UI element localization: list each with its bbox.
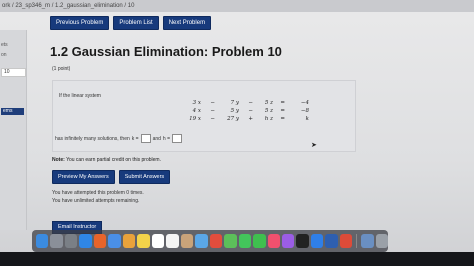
system-settings-icon[interactable] xyxy=(64,234,78,248)
eq-rhs: k xyxy=(305,116,309,122)
messages-icon[interactable] xyxy=(238,234,252,248)
k-label: k = xyxy=(131,135,139,142)
problem-intro: If the linear system xyxy=(59,93,101,99)
sidebar-item[interactable]: on xyxy=(1,52,7,58)
eq-term: 27 y xyxy=(227,116,239,122)
partial-credit-note: Note: You can earn partial credit on thi… xyxy=(52,157,161,163)
firefox-icon[interactable] xyxy=(93,234,107,248)
dock-separator xyxy=(356,234,358,248)
eq-term: 4 x xyxy=(192,108,201,114)
mouse-cursor-icon: ➤ xyxy=(311,142,317,149)
dock xyxy=(32,230,389,252)
sentence-text: has infinitely many solutions, then xyxy=(55,135,130,142)
sidebar-item[interactable]: ets xyxy=(1,42,8,48)
eq-op: + xyxy=(248,116,253,122)
eq-term: 5 z xyxy=(264,100,273,106)
h-label: h = xyxy=(162,135,171,142)
music-icon[interactable] xyxy=(267,234,280,248)
eq-op: − xyxy=(210,116,215,122)
calendar-icon[interactable] xyxy=(151,234,165,248)
notes-icon[interactable] xyxy=(137,234,150,248)
page-title: 1.2 Gaussian Elimination: Problem 10 xyxy=(50,44,282,59)
url-bar[interactable]: ork / 23_sp346_m / 1.2_gaussian_eliminat… xyxy=(0,0,474,12)
chrome-icon-2[interactable] xyxy=(339,234,353,248)
facetime-icon[interactable] xyxy=(253,234,266,248)
eq-term: 19 x xyxy=(189,116,201,122)
eq-op: = xyxy=(280,116,285,122)
eq-op: − xyxy=(210,100,215,106)
eq-op: = xyxy=(280,100,285,106)
preview-answers-button[interactable]: Preview My Answers xyxy=(52,170,115,184)
eq-term: 7 y xyxy=(230,100,239,106)
chrome-icon[interactable] xyxy=(209,234,223,248)
next-problem-button[interactable]: Next Problem xyxy=(162,16,212,30)
reminders-icon[interactable] xyxy=(166,234,179,248)
eq-term: 5 z xyxy=(264,108,273,114)
photos-icon[interactable] xyxy=(122,234,136,248)
points-label: (1 point) xyxy=(52,66,71,72)
eq-term: h z xyxy=(264,116,273,122)
problem-nav: Previous Problem Problem List Next Probl… xyxy=(50,16,212,32)
safari-icon[interactable] xyxy=(79,234,92,248)
sidebar-item-current[interactable]: 10 xyxy=(1,68,26,77)
eq-term: 3 x xyxy=(192,100,201,106)
launchpad-icon[interactable] xyxy=(50,234,63,248)
downloads-icon[interactable] xyxy=(361,234,374,248)
mail-icon[interactable] xyxy=(108,234,121,248)
maps-icon[interactable] xyxy=(224,234,237,248)
preview-icon[interactable] xyxy=(195,234,208,248)
contacts-icon[interactable] xyxy=(180,234,194,248)
sidebar-item-problems[interactable]: ems xyxy=(1,108,24,115)
eq-op: − xyxy=(210,108,215,114)
eq-op: − xyxy=(248,100,253,106)
eq-op: − xyxy=(248,108,253,114)
app-store-icon[interactable] xyxy=(310,234,324,248)
submit-answers-button[interactable]: Submit Answers xyxy=(118,170,171,184)
finder-icon[interactable] xyxy=(36,234,49,248)
and-text: and xyxy=(152,135,161,142)
sidebar: ets on 10 ems xyxy=(0,30,27,230)
eq-term: 5 y xyxy=(230,108,239,114)
browser-window: ork / 23_sp346_m / 1.2_gaussian_eliminat… xyxy=(0,0,474,266)
h-answer-input[interactable] xyxy=(172,134,183,143)
answer-actions: Preview My Answers Submit Answers xyxy=(52,170,171,184)
linear-system: 3 x − 7 y − 5 z = −4 4 x − 5 y − 5 z = −… xyxy=(173,100,309,122)
note-text: You can earn partial credit on this prob… xyxy=(66,157,161,163)
eq-op: = xyxy=(280,108,285,114)
previous-problem-button[interactable]: Previous Problem xyxy=(50,16,110,30)
eq-rhs: −8 xyxy=(300,108,309,114)
eq-rhs: −4 xyxy=(300,100,309,106)
attempts-status: You have attempted this problem 0 times. xyxy=(52,190,144,196)
trash-icon[interactable] xyxy=(375,234,389,248)
problem-list-button[interactable]: Problem List xyxy=(113,16,159,30)
attempts-remaining: You have unlimited attempts remaining. xyxy=(52,198,140,204)
vpn-icon[interactable] xyxy=(325,234,338,248)
answer-sentence: has infinitely many solutions, then k = … xyxy=(55,134,184,143)
k-answer-input[interactable] xyxy=(140,134,151,143)
tv-icon[interactable] xyxy=(296,234,309,248)
note-label: Note: xyxy=(52,157,65,163)
bottom-bezel xyxy=(0,252,474,266)
podcasts-icon[interactable] xyxy=(281,234,295,248)
